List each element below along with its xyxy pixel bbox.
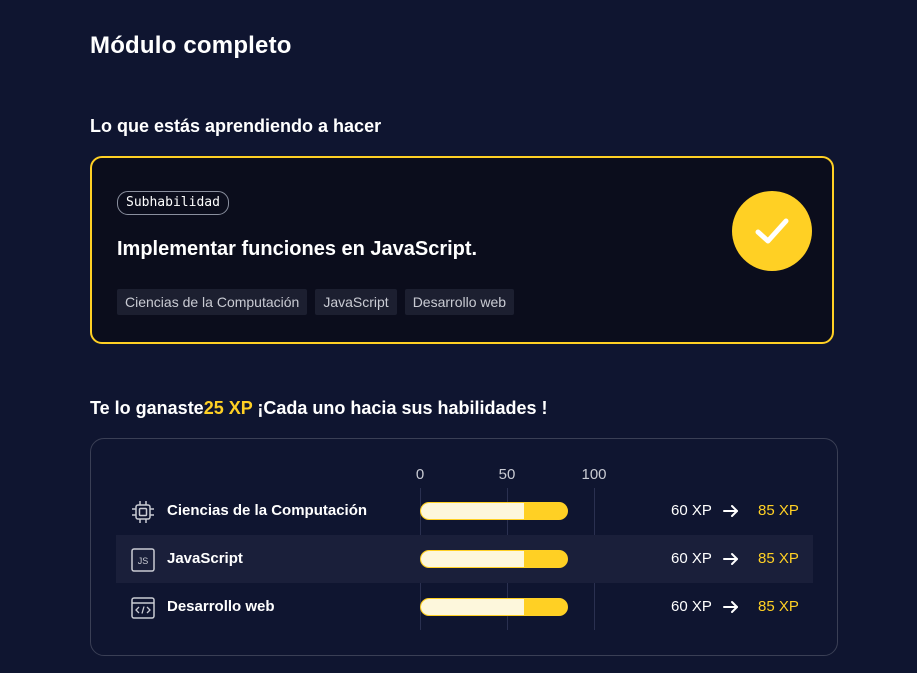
xp-before: 60 XP — [671, 598, 712, 615]
check-icon — [732, 191, 812, 271]
skill-row-javascript: JS JavaScript 60 XP 85 XP — [116, 535, 813, 583]
xp-before: 60 XP — [671, 502, 712, 519]
arrow-right-icon — [723, 553, 738, 565]
arrow-right-icon — [723, 601, 738, 613]
tag-web-development: Desarrollo web — [404, 289, 515, 315]
skill-progress-before — [421, 503, 525, 519]
xp-before: 60 XP — [671, 550, 712, 567]
skill-row-computer-science: Ciencias de la Computación 60 XP 85 XP — [116, 487, 813, 535]
code-window-icon — [131, 597, 155, 619]
arrow-right-icon — [723, 505, 738, 517]
skill-title: Implementar funciones en JavaScript. — [117, 238, 478, 260]
tag-computer-science: Ciencias de la Computación — [117, 289, 308, 315]
skill-name: Ciencias de la Computación — [167, 502, 368, 519]
js-file-icon: JS — [131, 548, 155, 572]
subskill-badge: Subhabilidad — [117, 191, 229, 215]
skill-tags: Ciencias de la Computación JavaScript De… — [117, 289, 515, 315]
skill-progress-bar — [420, 598, 568, 616]
scale-label-0: 0 — [415, 466, 425, 483]
svg-text:JS: JS — [138, 556, 149, 566]
skill-progress-bar — [420, 550, 568, 568]
skill-card: Subhabilidad Implementar funciones en Ja… — [90, 156, 834, 344]
skill-progress-before — [421, 599, 525, 615]
skill-progress-before — [421, 551, 525, 567]
earned-prefix: Te lo ganaste — [90, 398, 204, 418]
skill-row-web-development: Desarrollo web 60 XP 85 XP — [116, 583, 813, 631]
chip-icon — [132, 501, 154, 523]
section-title: Lo que estás aprendiendo a hacer — [90, 116, 382, 136]
xp-after: 85 XP — [758, 502, 799, 519]
xp-after: 85 XP — [758, 598, 799, 615]
earned-xp: 25 XP — [203, 398, 253, 418]
scale-label-100: 100 — [581, 466, 607, 483]
tag-javascript: JavaScript — [315, 289, 397, 315]
earned-suffix: ¡Cada uno hacia sus habilidades ! — [252, 398, 548, 418]
page-title: Módulo completo — [90, 32, 292, 59]
skill-name: JavaScript — [167, 550, 243, 567]
skill-progress-bar — [420, 502, 568, 520]
skill-name: Desarrollo web — [167, 598, 275, 615]
xp-earned-message: Te lo ganaste25 XP ¡Cada uno hacia sus h… — [90, 398, 548, 419]
scale-label-50: 50 — [498, 466, 516, 483]
xp-after: 85 XP — [758, 550, 799, 567]
